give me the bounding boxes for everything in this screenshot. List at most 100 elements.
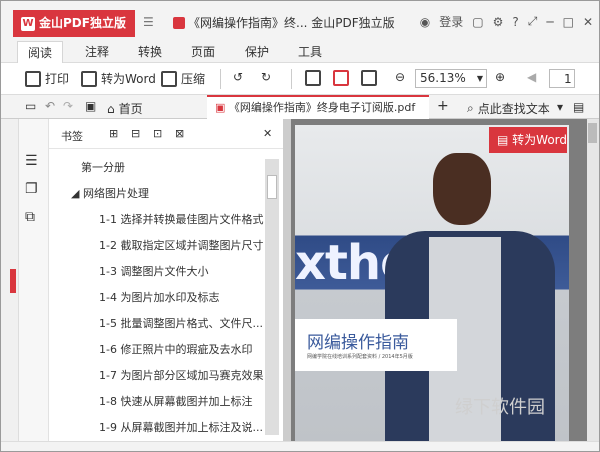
close-icon[interactable]: ✕ — [263, 127, 272, 140]
fit-width-icon — [361, 70, 377, 86]
print-button[interactable]: 打印 — [25, 70, 69, 87]
chevron-down-icon: ▼ — [476, 74, 483, 83]
menu-icon[interactable]: ☰ — [143, 15, 154, 29]
undo-icon[interactable]: ↶ — [45, 99, 55, 113]
status-bar — [1, 441, 599, 451]
bookmark-panel: 书签 ⊞ ⊟ ⊡ ⊠ ✕ 第一分册 ◢ 网络图片处理 1-1 选择并转换最佳图片… — [49, 119, 283, 441]
cover-subtitle: 网编学院在线培训系列配套资料 / 2014年5月版 — [307, 354, 413, 360]
bookmark-list: 第一分册 ◢ 网络图片处理 1-1 选择并转换最佳图片文件格式 1-2 截取指定… — [69, 155, 269, 441]
list-item[interactable]: 1-5 批量调整图片格式、文件尺... — [69, 311, 269, 337]
list-item[interactable]: 1-6 修正照片中的瑕疵及去水印 — [69, 337, 269, 363]
tab-tools[interactable]: 工具 — [298, 43, 322, 60]
zoom-in-icon: ⊕ — [495, 70, 506, 84]
window-title: 《网编操作指南》终... 金山PDF独立版 — [173, 14, 395, 31]
left-collapse-rail — [1, 119, 19, 441]
list-item[interactable]: 1-7 为图片部分区域加马赛克效果 — [69, 363, 269, 389]
bookmark-scrollbar[interactable] — [265, 159, 279, 435]
chevron-down-icon: ◢ — [71, 187, 80, 200]
list-item[interactable]: 第一分册 — [69, 155, 269, 181]
skin-icon[interactable]: ▢ — [472, 15, 483, 29]
user-icon[interactable]: ◉ — [420, 15, 430, 29]
prev-page-button[interactable]: ◀ — [527, 70, 536, 84]
list-item[interactable]: 1-4 为图片加水印及标志 — [69, 285, 269, 311]
tab-menu-icon[interactable]: ▤ — [573, 100, 584, 114]
quick-access: ☰ — [143, 15, 154, 29]
tab-annotate[interactable]: 注释 — [85, 43, 109, 60]
zoom-select[interactable]: 56.13% ▼ — [415, 69, 487, 88]
zoom-in-button[interactable]: ⊕ — [495, 70, 505, 84]
bookmark-title: 书签 — [61, 130, 83, 143]
search-icon: ⌕ — [467, 101, 474, 115]
window-controls: ◉ 登录 ▢ ⚙ ? ⤢ ─ □ ✕ — [420, 13, 593, 30]
list-item[interactable]: 1-9 从屏幕截图并加上标注及说... — [69, 415, 269, 441]
bookmark-panel-header: 书签 ⊞ ⊟ ⊡ ⊠ ✕ — [49, 119, 283, 149]
folder-icon[interactable]: ▭ — [25, 99, 36, 113]
list-item[interactable]: 1-1 选择并转换最佳图片文件格式 — [69, 207, 269, 233]
save-icon[interactable]: ▣ — [85, 99, 96, 113]
list-item[interactable]: 1-3 调整图片文件大小 — [69, 259, 269, 285]
actual-size-icon — [305, 70, 321, 86]
home-icon: ⌂ — [107, 101, 115, 116]
close-icon[interactable]: ✕ — [583, 15, 593, 29]
scroll-thumb[interactable] — [588, 123, 597, 143]
home-tab[interactable]: ⌂ 首页 — [107, 100, 143, 117]
app-name: 金山PDF独立版 — [39, 16, 126, 30]
zoom-out-button[interactable]: ⊖ — [395, 70, 405, 84]
list-item[interactable]: ◢ 网络图片处理 — [69, 181, 269, 207]
tab-read[interactable]: 阅读 — [17, 41, 64, 63]
fit-width-button[interactable] — [361, 70, 377, 86]
fit-page-button[interactable] — [333, 70, 349, 86]
rotate-left-button[interactable]: ↺ — [233, 70, 243, 84]
pdf-icon — [173, 17, 185, 29]
rotate-left-icon: ↺ — [233, 70, 244, 84]
tab-page[interactable]: 页面 — [191, 43, 215, 60]
minimize-icon[interactable]: ─ — [546, 15, 553, 29]
login-link[interactable]: 登录 — [439, 13, 463, 30]
add-bookmark-icon[interactable]: ⊡ — [153, 127, 162, 140]
convert-to-word-button[interactable]: ▤ 转为Word — [489, 127, 567, 153]
page-number-input[interactable]: 1 — [549, 69, 575, 88]
panel-splitter[interactable] — [283, 119, 291, 441]
tab-convert[interactable]: 转换 — [138, 43, 162, 60]
collapse-icon[interactable]: ⊟ — [131, 127, 140, 140]
restore-icon[interactable]: ⤢ — [528, 14, 538, 29]
zoom-out-icon: ⊖ — [395, 70, 406, 84]
menu-bar: 阅读 注释 转换 页面 保护 工具 — [1, 37, 599, 63]
help-icon[interactable]: ? — [512, 15, 518, 29]
title-bar: W 金山PDF独立版 ☰ 《网编操作指南》终... 金山PDF独立版 ◉ 登录 … — [1, 1, 599, 37]
fit-page-icon — [333, 70, 349, 86]
word-convert-icon[interactable]: ⧉ — [25, 209, 35, 225]
toolbar: 打印 转为Word 压缩 ↺ ↻ ⊖ ⊕ ◀ 1 — [1, 63, 599, 95]
compress-button[interactable]: 压缩 — [161, 70, 205, 87]
cover-title: 网编操作指南 — [307, 333, 409, 353]
collapse-handle[interactable] — [10, 269, 16, 293]
maximize-icon[interactable]: □ — [563, 15, 574, 29]
find-text-button[interactable]: ⌕ 点此查找文本 — [467, 100, 550, 117]
app-menu-button[interactable]: W 金山PDF独立版 — [13, 10, 135, 37]
pdf-icon: ▣ — [215, 101, 226, 114]
to-word-button[interactable]: 转为Word — [81, 70, 156, 87]
side-icon-rail: ☰ ❐ ⧉ — [19, 119, 49, 441]
app-window: W 金山PDF独立版 ☰ 《网编操作指南》终... 金山PDF独立版 ◉ 登录 … — [0, 0, 600, 452]
new-tab-button[interactable]: + — [437, 98, 449, 114]
list-item[interactable]: 1-2 截取指定区域并调整图片尺寸 — [69, 233, 269, 259]
bookmark-options-icon[interactable]: ⊠ — [175, 127, 184, 140]
arrow-left-icon: ◀ — [527, 70, 537, 84]
bookmark-list-icon[interactable]: ☰ — [25, 153, 38, 169]
rotate-right-icon: ↻ — [261, 70, 272, 84]
list-item[interactable]: 1-8 快速从屏幕截图并加上标注 — [69, 389, 269, 415]
actual-size-button[interactable] — [305, 70, 321, 86]
scroll-thumb[interactable] — [267, 175, 277, 199]
word-icon: ▤ — [497, 133, 509, 147]
document-tab[interactable]: ▣ 《网编操作指南》终身电子订阅版.pdf — [207, 95, 429, 119]
printer-icon — [25, 70, 41, 87]
rotate-right-button[interactable]: ↻ — [261, 70, 271, 84]
expand-icon[interactable]: ⊞ — [109, 127, 118, 140]
redo-icon[interactable]: ↷ — [63, 99, 73, 113]
chevron-down-icon[interactable]: ▾ — [557, 100, 563, 114]
gear-icon[interactable]: ⚙ — [493, 15, 504, 29]
thumbnail-icon[interactable]: ❐ — [25, 181, 38, 197]
word-icon — [81, 70, 97, 87]
tab-protect[interactable]: 保护 — [245, 43, 269, 60]
cover-title-card: 网编操作指南 网编学院在线培训系列配套资料 / 2014年5月版 — [295, 319, 457, 371]
